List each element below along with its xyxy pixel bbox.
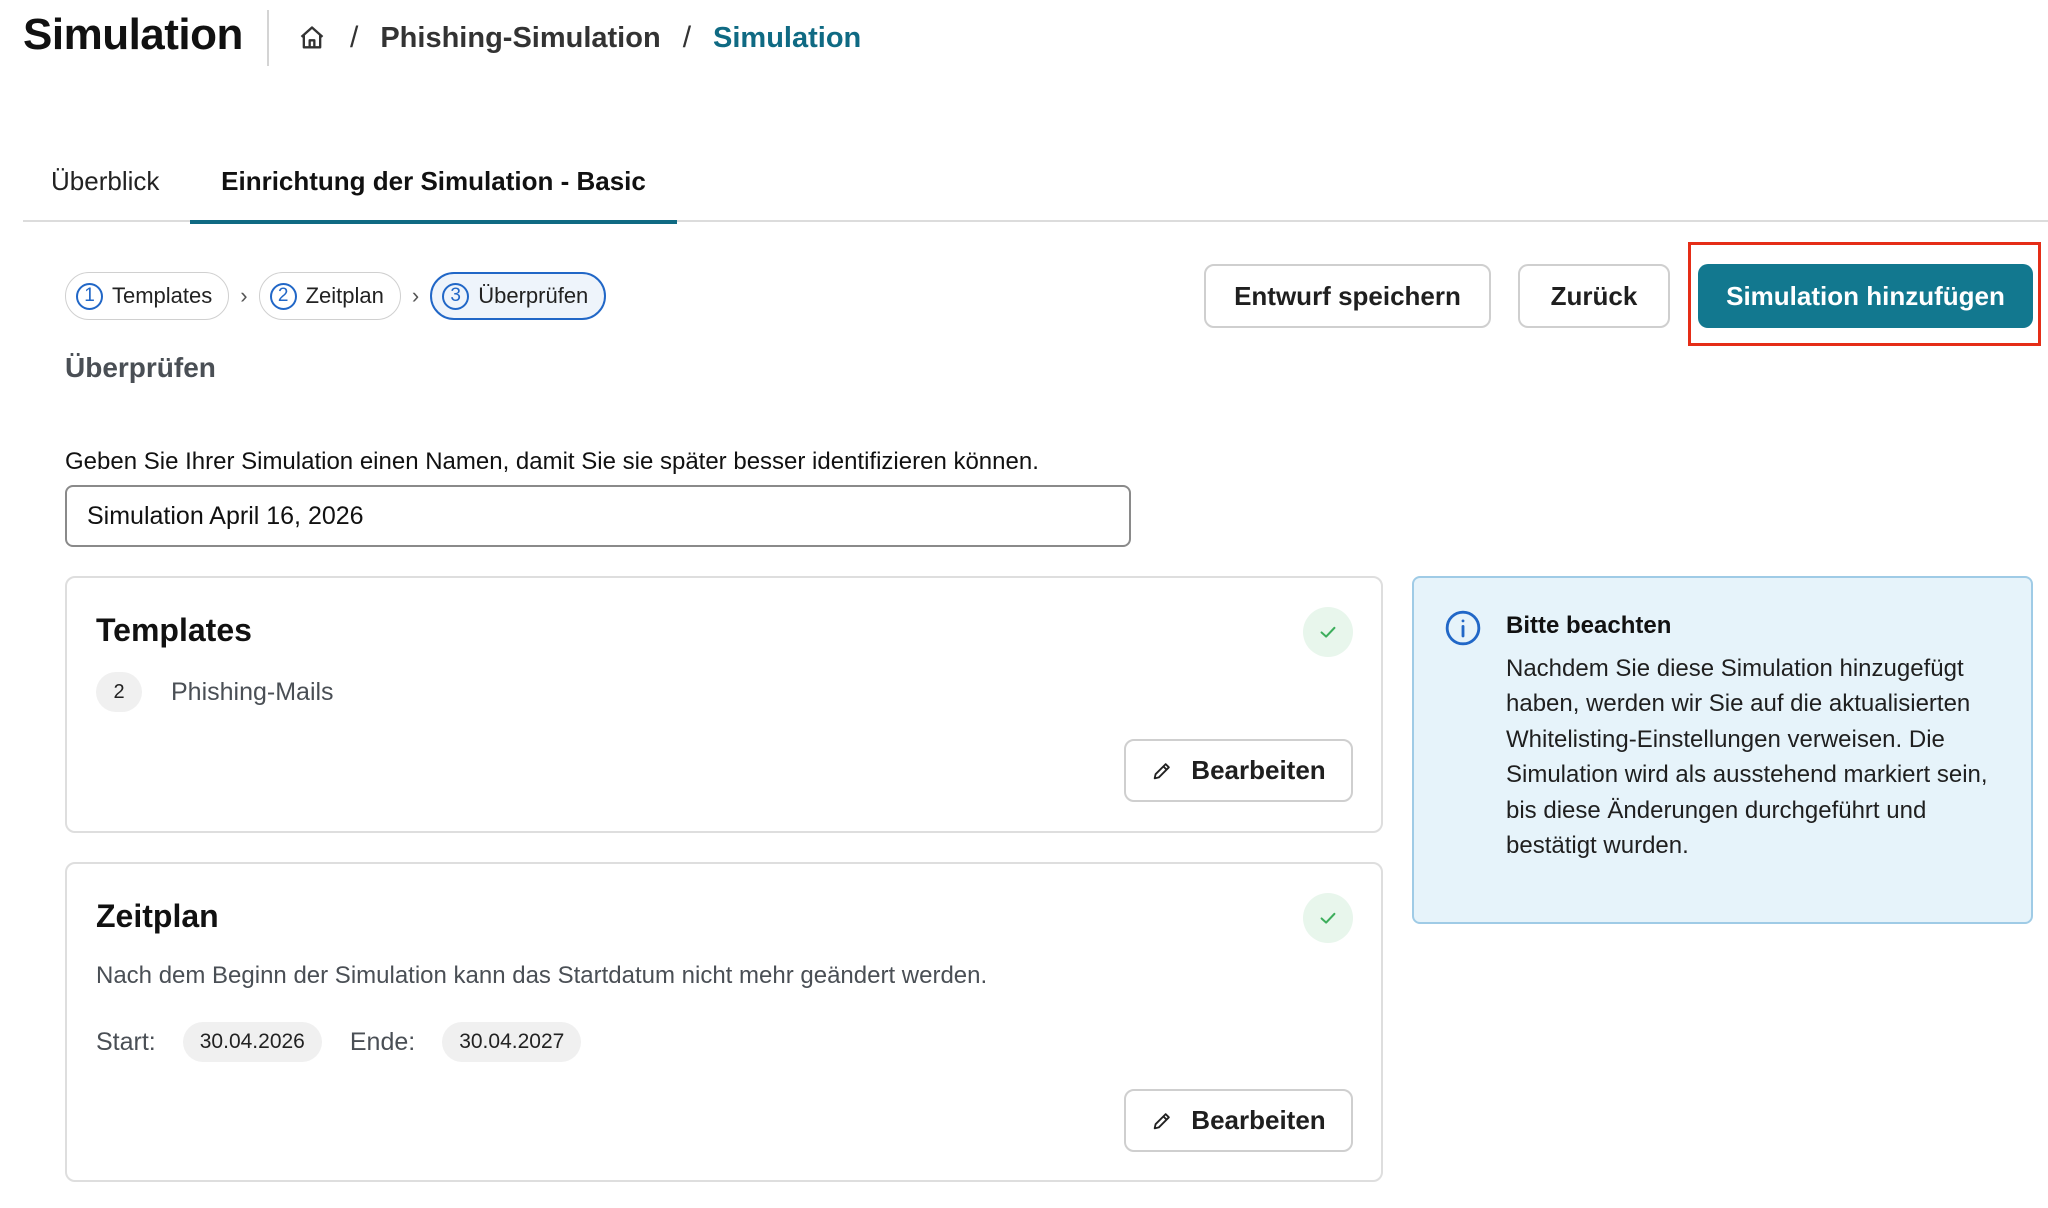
schedule-note: Nach dem Beginn der Simulation kann das … bbox=[96, 962, 988, 989]
templates-count-badge: 2 bbox=[96, 672, 142, 712]
info-title: Bitte beachten bbox=[1506, 612, 1672, 639]
breadcrumb-simulation[interactable]: Simulation bbox=[713, 22, 861, 55]
chevron-right-icon: › bbox=[411, 283, 420, 308]
step-label: Templates bbox=[112, 283, 213, 308]
step-review[interactable]: 3 Überprüfen bbox=[430, 272, 607, 320]
back-button[interactable]: Zurück bbox=[1518, 264, 1670, 328]
pencil-icon bbox=[1151, 1110, 1173, 1132]
step-label: Zeitplan bbox=[305, 283, 384, 308]
breadcrumb-separator: / bbox=[350, 21, 359, 54]
simulation-name-label: Geben Sie Ihrer Simulation einen Namen, … bbox=[65, 448, 1039, 475]
tab-simulation-setup[interactable]: Einrichtung der Simulation - Basic bbox=[190, 140, 677, 224]
card-title: Templates bbox=[96, 612, 252, 648]
section-title: Überprüfen bbox=[65, 352, 216, 383]
header-divider bbox=[267, 10, 269, 66]
page-header: Simulation / Phishing-Simulation / Simul… bbox=[0, 0, 2048, 80]
pencil-icon bbox=[1151, 760, 1173, 782]
tab-bar: Überblick Einrichtung der Simulation - B… bbox=[23, 140, 2048, 224]
check-icon bbox=[1303, 893, 1353, 943]
save-draft-button[interactable]: Entwurf speichern bbox=[1204, 264, 1491, 328]
card-title: Zeitplan bbox=[96, 898, 219, 934]
end-label: Ende: bbox=[349, 1027, 416, 1056]
schedule-card: Zeitplan Nach dem Beginn der Simulation … bbox=[65, 862, 1383, 1182]
simulation-name-input[interactable] bbox=[65, 485, 1131, 547]
end-date-chip: 30.04.2027 bbox=[442, 1022, 582, 1062]
wizard-stepper: 1 Templates › 2 Zeitplan › 3 Überprüfen bbox=[65, 271, 607, 321]
breadcrumb-separator: / bbox=[682, 21, 692, 54]
info-icon bbox=[1444, 609, 1482, 652]
date-row: Start: 30.04.2026 Ende: 30.04.2027 bbox=[96, 1022, 609, 1062]
edit-templates-button[interactable]: Bearbeiten bbox=[1124, 739, 1353, 802]
edit-label: Bearbeiten bbox=[1191, 755, 1326, 785]
info-body: Nachdem Sie diese Simulation hinzugefügt… bbox=[1506, 655, 1988, 860]
step-number: 2 bbox=[269, 282, 297, 310]
page-title: Simulation bbox=[23, 10, 243, 59]
breadcrumb-phishing-simulation[interactable]: Phishing-Simulation bbox=[380, 22, 660, 55]
home-icon[interactable] bbox=[296, 22, 328, 54]
edit-label: Bearbeiten bbox=[1191, 1105, 1326, 1135]
info-notice: Bitte beachten Nachdem Sie diese Simulat… bbox=[1412, 576, 2033, 924]
step-templates[interactable]: 1 Templates bbox=[65, 272, 230, 320]
chevron-right-icon: › bbox=[240, 283, 248, 308]
check-icon bbox=[1303, 607, 1353, 657]
templates-card: Templates 2 Phishing-Mails Bearbeiten bbox=[65, 576, 1383, 833]
edit-schedule-button[interactable]: Bearbeiten bbox=[1124, 1089, 1353, 1152]
step-label: Überprüfen bbox=[478, 283, 589, 308]
step-number: 3 bbox=[442, 282, 470, 310]
start-date-chip: 30.04.2026 bbox=[182, 1022, 322, 1062]
step-schedule[interactable]: 2 Zeitplan bbox=[258, 272, 401, 320]
breadcrumb: / Phishing-Simulation / Simulation bbox=[296, 18, 861, 58]
add-simulation-button[interactable]: Simulation hinzufügen bbox=[1698, 264, 2033, 328]
start-label: Start: bbox=[96, 1027, 156, 1056]
step-number: 1 bbox=[76, 282, 103, 310]
tab-overview[interactable]: Überblick bbox=[51, 140, 159, 222]
templates-count-label: Phishing-Mails bbox=[171, 678, 334, 706]
